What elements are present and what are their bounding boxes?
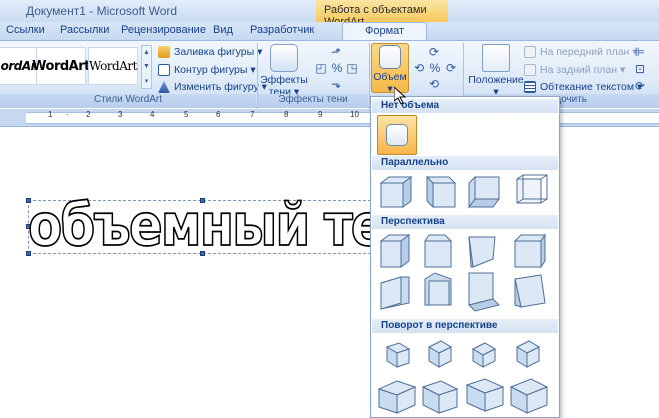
gallery-scroll[interactable]: ▲ ▼ ▾ <box>141 45 152 89</box>
tilt-left-icon[interactable]: ⟲ <box>412 61 426 75</box>
shape-outline-button[interactable]: Контур фигуры ▾ <box>158 63 256 77</box>
3d-toggle-icon[interactable]: % <box>428 61 442 75</box>
wordart-style-2[interactable]: WordArt <box>32 47 90 85</box>
3d-effects-gallery: Нет объема Параллельно Перспектива Повор… <box>370 96 560 418</box>
nudge-shadow-up-icon[interactable]: ⬏ <box>329 45 343 59</box>
section-parallel: Параллельно <box>372 156 558 170</box>
title-bar: Документ1 - Microsoft Word Работа с объе… <box>0 0 659 28</box>
tilt-down-icon[interactable]: ⟲ <box>427 77 441 91</box>
section-perspective-rotation: Поворот в перспективе <box>372 319 558 333</box>
document-page[interactable] <box>0 128 659 418</box>
shadow-effects-button[interactable]: Эффекты тени ▾ <box>260 43 308 98</box>
volume-button[interactable]: Объем ▾ <box>371 43 409 95</box>
wordart-style-3[interactable]: WordArt <box>88 47 138 85</box>
mouse-cursor-icon <box>394 87 406 105</box>
rotate-icon[interactable]: ⟳ <box>633 79 647 93</box>
scroll-down-icon[interactable]: ▼ <box>143 63 150 70</box>
more-icon[interactable]: ▾ <box>145 77 149 85</box>
position-button[interactable]: Положение ▾ <box>468 43 524 98</box>
parallel-items[interactable] <box>375 173 559 213</box>
tab-references[interactable]: Ссылки <box>6 24 45 36</box>
scroll-up-icon[interactable]: ▲ <box>143 49 150 56</box>
align-icon[interactable]: ⊫ <box>633 45 647 59</box>
tab-review[interactable]: Рецензирование <box>121 24 206 36</box>
shadow-toggle-icon[interactable]: % <box>330 61 344 75</box>
horizontal-ruler[interactable]: 1 · 2 3 4 5 6 7 8 9 10 <box>0 109 659 127</box>
text-wrapping-button[interactable]: Обтекание текстом ▾ <box>524 80 642 94</box>
wordart-object[interactable]: объемный текст <box>27 191 472 259</box>
bring-front-icon <box>524 46 536 58</box>
tab-view[interactable]: Вид <box>213 24 233 36</box>
contextual-tab-header: Работа с объектами WordArt <box>316 0 448 28</box>
tab-format[interactable]: Формат <box>342 22 428 40</box>
shape-icon <box>158 81 170 93</box>
perspective-rotation-items[interactable] <box>375 337 559 417</box>
paint-bucket-icon <box>158 46 170 58</box>
tab-developer[interactable]: Разработчик <box>250 24 314 36</box>
send-to-back-button[interactable]: На задний план ▾ <box>524 63 625 77</box>
nudge-shadow-down-icon[interactable]: ⬎ <box>329 77 343 91</box>
gallery-item-no-3d[interactable] <box>377 115 417 155</box>
shadow-effects-icon <box>270 44 298 72</box>
group-label-wordart-styles: Стили WordArt <box>0 94 256 108</box>
position-icon <box>482 44 510 72</box>
group-icon[interactable]: ⊡ <box>633 62 647 76</box>
ribbon-tabs: Ссылки Рассылки Рецензирование Вид Разра… <box>0 22 659 40</box>
pencil-icon <box>158 64 170 76</box>
bring-to-front-button[interactable]: На передний план ▾ <box>524 45 638 59</box>
section-perspective: Перспектива <box>372 215 558 229</box>
3d-effects-icon <box>379 45 401 69</box>
tilt-right-icon[interactable]: ⟳ <box>444 61 458 75</box>
send-back-icon <box>524 64 536 76</box>
wrap-text-icon <box>524 81 536 93</box>
tab-mailings[interactable]: Рассылки <box>60 24 109 36</box>
ribbon: ordArt WordArt WordArt ▲ ▼ ▾ Заливка фиг… <box>0 40 659 108</box>
flat-square-icon <box>386 124 408 146</box>
tilt-up-icon[interactable]: ⟳ <box>427 45 441 59</box>
window-title: Документ1 - Microsoft Word <box>26 4 178 18</box>
change-shape-button[interactable]: Изменить фигуру ▾ <box>158 80 267 94</box>
nudge-shadow-right-icon[interactable]: ◳ <box>345 61 359 75</box>
group-label-shadow-effects: Эффекты тени <box>258 94 368 108</box>
shape-fill-button[interactable]: Заливка фигуры ▾ <box>158 45 262 59</box>
nudge-shadow-left-icon[interactable]: ◰ <box>314 61 328 75</box>
perspective-items[interactable] <box>375 233 559 313</box>
